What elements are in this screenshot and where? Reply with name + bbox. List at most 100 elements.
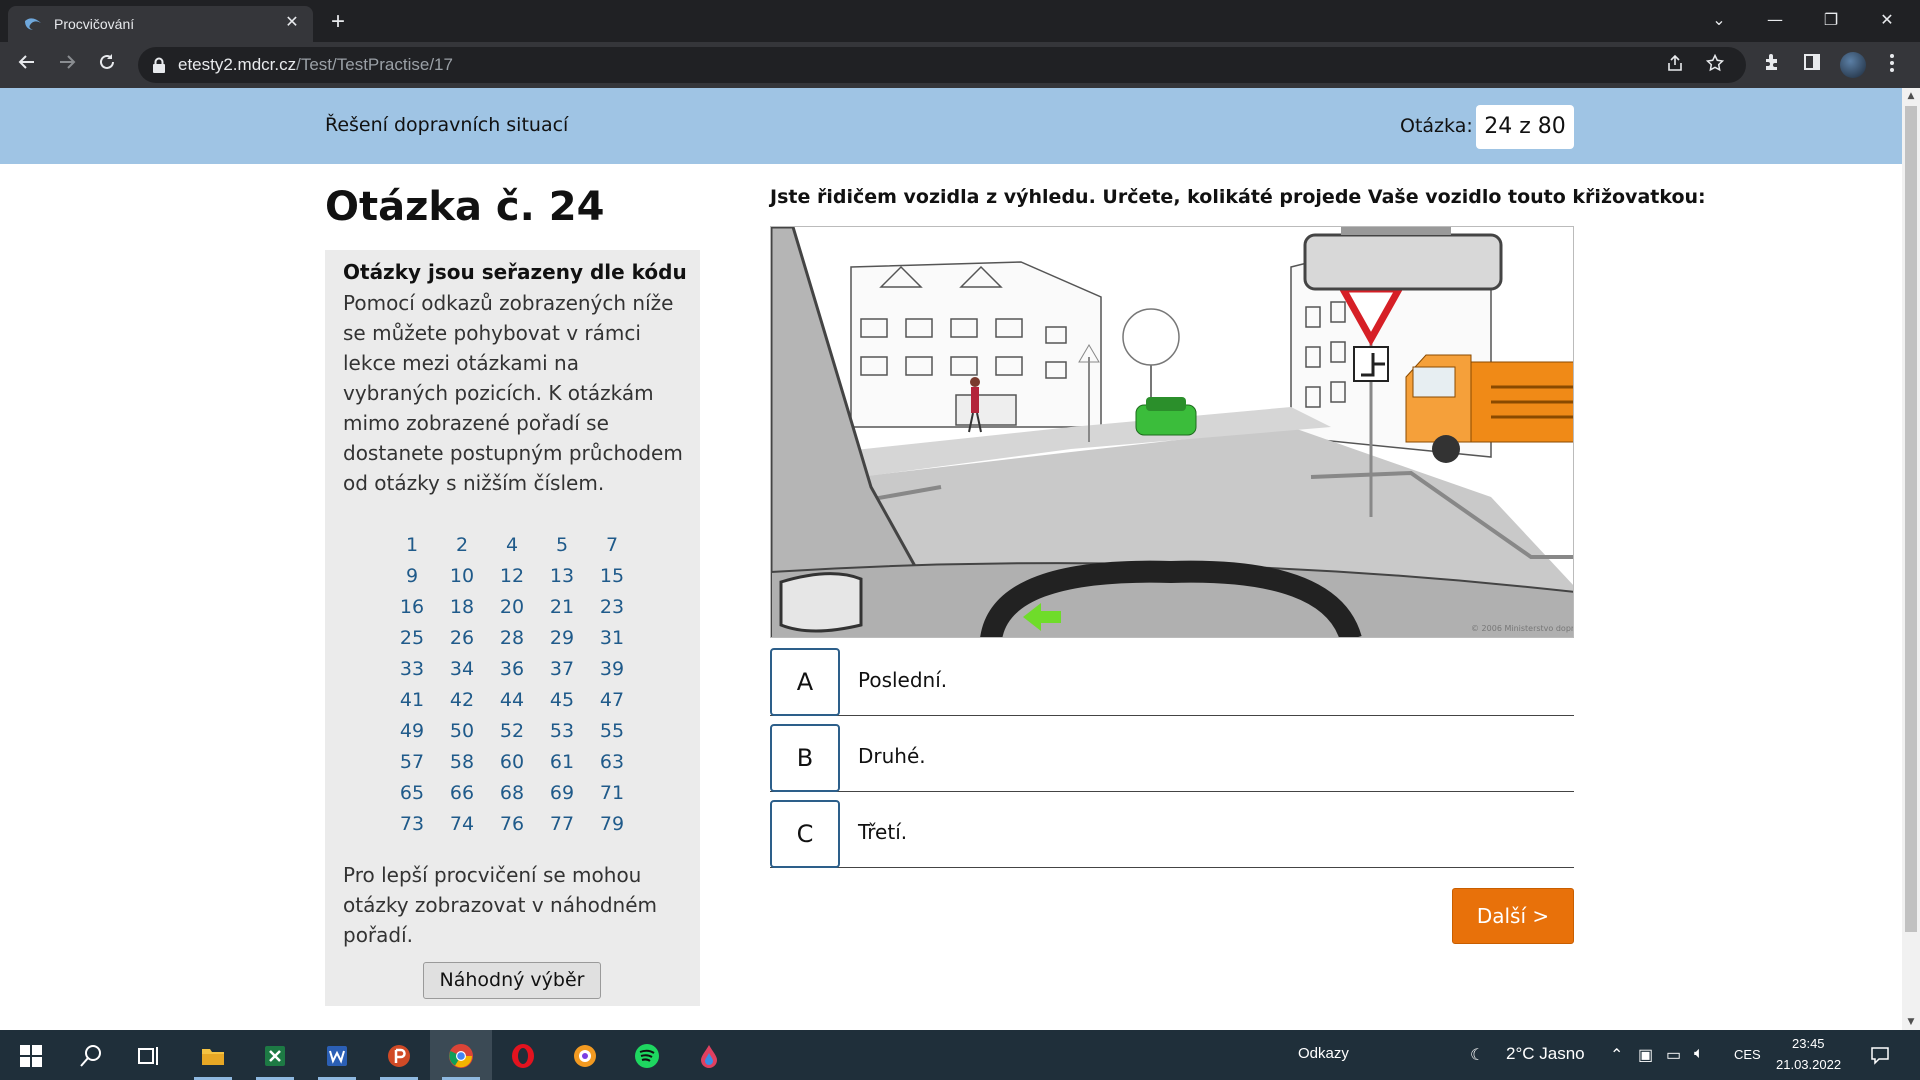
question-link[interactable]: 23 <box>587 592 637 623</box>
question-link[interactable]: 65 <box>387 778 437 809</box>
question-link[interactable]: 18 <box>437 592 487 623</box>
reload-icon[interactable] <box>92 50 122 80</box>
question-link[interactable]: 39 <box>587 654 637 685</box>
answer-text[interactable]: Třetí. <box>858 820 907 844</box>
taskbar-spotify[interactable] <box>616 1030 678 1080</box>
back-icon[interactable] <box>12 50 42 80</box>
question-link[interactable]: 26 <box>437 623 487 654</box>
chevron-up-icon[interactable]: ⌃ <box>1610 1045 1623 1065</box>
question-link[interactable]: 57 <box>387 747 437 778</box>
answer-option-a[interactable]: A Poslední. <box>770 644 1574 716</box>
question-link[interactable]: 12 <box>487 561 537 592</box>
question-link[interactable]: 55 <box>587 716 637 747</box>
question-link[interactable]: 71 <box>587 778 637 809</box>
start-button[interactable] <box>0 1030 62 1080</box>
question-link[interactable]: 52 <box>487 716 537 747</box>
question-link[interactable]: 13 <box>537 561 587 592</box>
question-link[interactable]: 25 <box>387 623 437 654</box>
question-link[interactable]: 16 <box>387 592 437 623</box>
side-panel-icon[interactable] <box>1800 53 1824 77</box>
answer-text[interactable]: Poslední. <box>858 668 947 692</box>
minimize-button[interactable]: — <box>1752 0 1798 40</box>
question-link[interactable]: 15 <box>587 561 637 592</box>
question-link[interactable]: 5 <box>537 530 587 561</box>
share-icon[interactable] <box>1664 54 1686 76</box>
taskbar-chrome[interactable] <box>430 1030 492 1080</box>
url-text[interactable]: etesty2.mdcr.cz/Test/TestPractise/17 <box>178 55 453 75</box>
answer-letter[interactable]: A <box>770 648 840 716</box>
question-link[interactable]: 9 <box>387 561 437 592</box>
answer-option-b[interactable]: B Druhé. <box>770 720 1574 792</box>
taskbar-powerpoint[interactable] <box>368 1030 430 1080</box>
question-link[interactable]: 47 <box>587 685 637 716</box>
question-link[interactable]: 44 <box>487 685 537 716</box>
random-selection-button[interactable]: Náhodný výběr <box>423 962 601 999</box>
scroll-up-icon[interactable]: ▲ <box>1902 88 1920 104</box>
taskbar-word[interactable] <box>306 1030 368 1080</box>
tab-search-icon[interactable]: ⌄ <box>1696 0 1742 40</box>
clock-date[interactable]: 21.03.2022 <box>1776 1057 1841 1072</box>
taskbar-excel[interactable] <box>244 1030 306 1080</box>
address-bar[interactable]: etesty2.mdcr.cz/Test/TestPractise/17 <box>138 47 1746 83</box>
question-link[interactable]: 79 <box>587 809 637 840</box>
question-link[interactable]: 53 <box>537 716 587 747</box>
next-question-button[interactable]: Další > <box>1452 888 1574 944</box>
question-link[interactable]: 61 <box>537 747 587 778</box>
question-link[interactable]: 74 <box>437 809 487 840</box>
question-link[interactable]: 37 <box>537 654 587 685</box>
question-link[interactable]: 36 <box>487 654 537 685</box>
question-link[interactable]: 29 <box>537 623 587 654</box>
clock-time[interactable]: 23:45 <box>1792 1036 1825 1051</box>
question-link[interactable]: 1 <box>387 530 437 561</box>
volume-icon[interactable]: 🔈︎ <box>1694 1045 1704 1063</box>
weather-text[interactable]: 2°C Jasno <box>1506 1044 1585 1064</box>
page-scrollbar[interactable]: ▲ ▼ <box>1902 88 1920 1030</box>
question-link[interactable]: 2 <box>437 530 487 561</box>
question-link[interactable]: 20 <box>487 592 537 623</box>
battery-icon[interactable]: ▭ <box>1666 1045 1681 1065</box>
question-link[interactable]: 76 <box>487 809 537 840</box>
question-link[interactable]: 45 <box>537 685 587 716</box>
question-link[interactable]: 68 <box>487 778 537 809</box>
scrollbar-thumb[interactable] <box>1905 106 1917 932</box>
restore-button[interactable]: ❐ <box>1808 0 1854 40</box>
language-indicator[interactable]: CES <box>1734 1047 1761 1062</box>
question-link[interactable]: 58 <box>437 747 487 778</box>
question-link[interactable]: 41 <box>387 685 437 716</box>
question-link[interactable]: 77 <box>537 809 587 840</box>
question-link[interactable]: 33 <box>387 654 437 685</box>
question-link[interactable]: 7 <box>587 530 637 561</box>
question-link[interactable]: 50 <box>437 716 487 747</box>
new-tab-button[interactable]: + <box>324 8 352 36</box>
bookmark-star-icon[interactable] <box>1704 53 1726 76</box>
browser-tab[interactable]: Procvičování ✕ <box>8 6 313 42</box>
question-link[interactable]: 73 <box>387 809 437 840</box>
question-link[interactable]: 21 <box>537 592 587 623</box>
profile-avatar[interactable] <box>1840 52 1866 78</box>
notifications-icon[interactable] <box>1870 1045 1890 1070</box>
question-link[interactable]: 49 <box>387 716 437 747</box>
question-link[interactable]: 63 <box>587 747 637 778</box>
scroll-down-icon[interactable]: ▼ <box>1902 1014 1920 1030</box>
answer-letter[interactable]: C <box>770 800 840 868</box>
question-link[interactable]: 69 <box>537 778 587 809</box>
question-link[interactable]: 42 <box>437 685 487 716</box>
forward-icon[interactable] <box>52 50 82 80</box>
answer-text[interactable]: Druhé. <box>858 744 926 768</box>
taskbar-app-orange[interactable] <box>554 1030 616 1080</box>
taskbar-app-drop[interactable] <box>678 1030 740 1080</box>
question-link[interactable]: 31 <box>587 623 637 654</box>
close-window-button[interactable]: ✕ <box>1864 0 1910 40</box>
answer-letter[interactable]: B <box>770 724 840 792</box>
menu-kebab-icon[interactable] <box>1880 53 1904 77</box>
question-link[interactable]: 28 <box>487 623 537 654</box>
taskbar-file-explorer[interactable] <box>182 1030 244 1080</box>
question-link[interactable]: 60 <box>487 747 537 778</box>
device-icon[interactable]: ▣ <box>1638 1045 1653 1065</box>
taskbar-opera[interactable] <box>492 1030 554 1080</box>
extensions-icon[interactable] <box>1760 53 1784 77</box>
task-view-button[interactable] <box>118 1030 180 1080</box>
tab-close-icon[interactable]: ✕ <box>281 12 303 34</box>
search-button[interactable] <box>60 1030 122 1080</box>
question-link[interactable]: 34 <box>437 654 487 685</box>
